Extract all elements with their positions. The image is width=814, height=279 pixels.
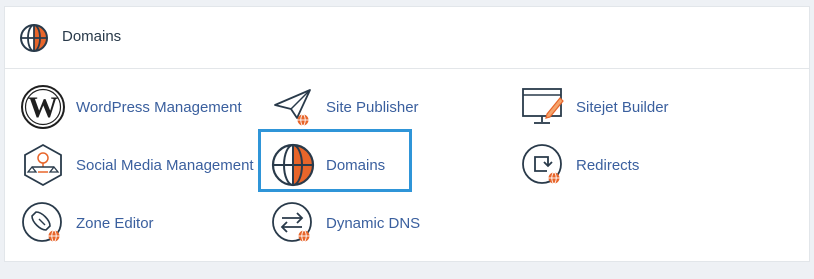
item-label: Domains — [326, 157, 386, 174]
panel-header: Domains — [5, 7, 809, 69]
sitejet-builder-link[interactable]: Sitejet Builder — [520, 84, 680, 132]
redirect-icon — [522, 144, 562, 184]
svg-text:W: W — [28, 91, 58, 124]
social-media-icon — [24, 143, 62, 187]
globe-icon — [271, 143, 315, 187]
item-label: Sitejet Builder — [576, 99, 669, 116]
rocket-icon — [22, 202, 62, 242]
site-publisher-link[interactable]: Site Publisher — [270, 84, 430, 132]
domains-link[interactable]: Domains — [270, 142, 410, 190]
item-label: Dynamic DNS — [326, 215, 421, 232]
exchange-arrows-icon — [272, 202, 312, 242]
paper-plane-icon — [274, 89, 311, 126]
zone-editor-link[interactable]: Zone Editor — [20, 200, 160, 248]
item-label: Site Publisher — [326, 99, 419, 116]
monitor-pencil-icon — [522, 88, 564, 124]
globe-icon — [20, 24, 48, 52]
dynamic-dns-link[interactable]: Dynamic DNS — [270, 200, 430, 248]
wordpress-icon: W — [21, 85, 65, 129]
item-label: Zone Editor — [76, 215, 154, 232]
panel-title: Domains — [62, 28, 122, 45]
item-label: Social Media Management — [76, 157, 254, 174]
item-label: WordPress Management — [76, 99, 242, 116]
redirects-link[interactable]: Redirects — [520, 142, 660, 190]
social-media-management-link[interactable]: Social Media Management — [20, 142, 255, 190]
item-label: Redirects — [576, 157, 640, 174]
wordpress-management-link[interactable]: W WordPress Management — [20, 84, 242, 132]
